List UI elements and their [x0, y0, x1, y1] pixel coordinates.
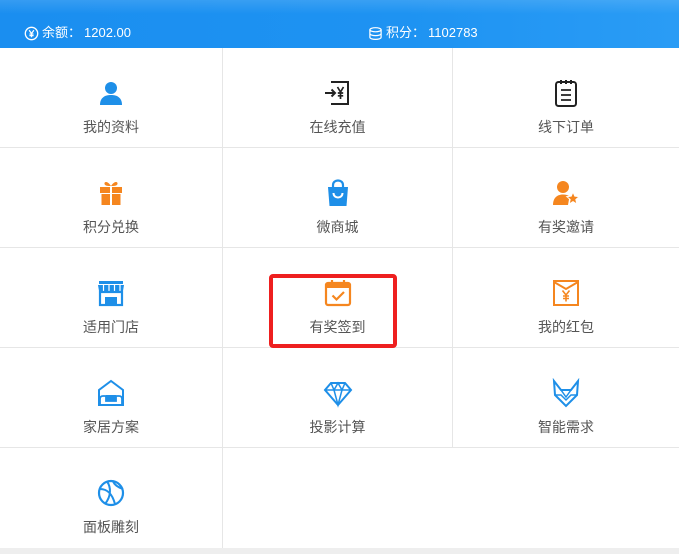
grid-item-label: 投影计算: [309, 419, 366, 435]
home-sofa-icon: [98, 379, 124, 406]
grid-item-invite-reward[interactable]: 有奖邀请: [453, 148, 679, 247]
grid-item-panel-engraving[interactable]: 面板雕刻: [0, 448, 223, 548]
grid-item-label: 线下订单: [538, 119, 594, 135]
function-grid: 我的资料 在线充值 线下订单 积分兑换 微商城 有奖邀请 适用门店 有奖签到 我…: [0, 48, 679, 548]
grid-item-points-exchange[interactable]: 积分兑换: [0, 148, 223, 247]
grid-item-daily-checkin[interactable]: 有奖签到: [223, 248, 453, 347]
order-list-icon: [555, 80, 577, 107]
points-value: 1102783: [428, 25, 478, 40]
gift-icon: [100, 181, 122, 205]
grid-item-label: 积分兑换: [83, 219, 139, 235]
calendar-check-icon: [324, 280, 351, 307]
grid-item-label: 面板雕刻: [83, 519, 139, 535]
recharge-yen-icon: [324, 81, 349, 105]
grid-item-label: 适用门店: [83, 319, 139, 335]
user-star-icon: [553, 181, 581, 206]
points-label: 积分：: [386, 25, 426, 40]
grid-item-label: 有奖签到: [309, 319, 366, 335]
grid-item-micro-mall[interactable]: 微商城: [223, 148, 453, 247]
grid-item-smart-demand[interactable]: 智能需求: [453, 348, 679, 447]
store-icon: [98, 281, 124, 307]
grid-item-label: 微商城: [316, 219, 359, 235]
fox-icon: [552, 378, 580, 408]
grid-item-offline-order[interactable]: 线下订单: [453, 48, 679, 147]
grid-item-label: 在线充值: [309, 119, 366, 135]
balance-stat[interactable]: 余额： 1202.00: [24, 25, 131, 41]
grid-row: 我的资料 在线充值 线下订单: [0, 48, 679, 148]
shopping-bag-icon: [327, 179, 348, 206]
grid-item-online-recharge[interactable]: 在线充值: [223, 48, 453, 147]
grid-item-label: 我的红包: [538, 319, 594, 335]
grid-item-red-packet[interactable]: 我的红包: [453, 248, 679, 347]
diamond-icon: [323, 381, 352, 408]
red-envelope-icon: [553, 280, 579, 306]
grid-item-label: 智能需求: [538, 419, 594, 435]
coins-stack-icon: [369, 26, 382, 40]
grid-row: 家居方案 投影计算 智能需求: [0, 348, 679, 448]
grid-item-label: 有奖邀请: [538, 219, 594, 235]
user-icon: [100, 82, 122, 105]
grid-row: 适用门店 有奖签到 我的红包: [0, 248, 679, 348]
balance-value: 1202.00: [84, 25, 132, 40]
points-stat[interactable]: 积分： 1102783: [368, 25, 478, 41]
basketball-icon: [97, 479, 125, 507]
header-gloss: [0, 0, 679, 14]
balance-label: 余额：: [42, 25, 82, 40]
grid-item-my-profile[interactable]: 我的资料: [0, 48, 223, 147]
grid-item-label: 我的资料: [83, 119, 139, 135]
yen-circle-icon: [24, 26, 39, 40]
grid-row: 面板雕刻: [0, 448, 679, 548]
grid-item-stores[interactable]: 适用门店: [0, 248, 223, 347]
account-header: 余额： 1202.00 积分： 1102783: [0, 0, 679, 48]
footer-bar: [0, 548, 679, 554]
grid-row: 积分兑换 微商城 有奖邀请: [0, 148, 679, 248]
grid-item-label: 家居方案: [83, 419, 139, 435]
grid-item-projection-calc[interactable]: 投影计算: [223, 348, 453, 447]
grid-item-home-design[interactable]: 家居方案: [0, 348, 223, 447]
